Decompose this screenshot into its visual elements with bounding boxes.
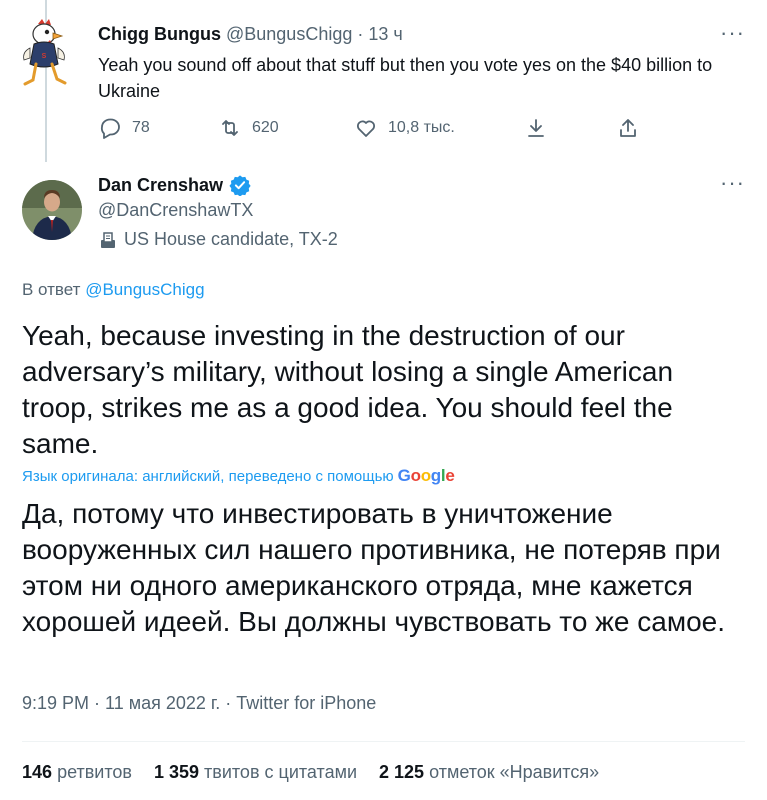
reply-button[interactable]: 78	[98, 116, 150, 140]
share-icon	[620, 119, 636, 137]
replying-to-link[interactable]: @BungusChigg	[85, 280, 204, 299]
retweets-stat[interactable]: 146 ретвитов	[22, 762, 132, 783]
engagement-stats: 146 ретвитов 1 359 твитов с цитатами 2 1…	[22, 762, 599, 783]
translation-note[interactable]: Язык оригинала: английский, переведено с…	[22, 466, 455, 486]
retweet-icon	[222, 120, 238, 136]
quote-tweets-stat[interactable]: 1 359 твитов с цитатами	[154, 762, 357, 783]
translation-note-text: Язык оригинала: английский, переведено с…	[22, 467, 394, 485]
reply-count: 78	[132, 119, 150, 136]
person-photo-icon	[22, 180, 82, 240]
reply-header: Chigg Bungus @BungusChigg · 13 ч	[98, 24, 403, 45]
reply-author-name[interactable]: Chigg Bungus	[98, 24, 221, 44]
translated-text: Да, потому что инвестировать в уничтожен…	[22, 498, 725, 637]
affiliation-label: US House candidate, TX-2	[98, 229, 338, 250]
quote-tweets-stat-count: 1 359	[153, 762, 200, 782]
like-count: 10,8 тыс.	[388, 119, 455, 136]
bookmark-share-button[interactable]	[524, 116, 548, 140]
tweet-more-icon[interactable]: ···	[720, 170, 745, 196]
author-name-row: Dan Crenshaw	[98, 174, 251, 196]
likes-stat-label: отметок «Нравится»	[429, 762, 600, 782]
reply-more-icon[interactable]: ···	[720, 20, 745, 46]
retweets-stat-label: ретвитов	[57, 762, 132, 782]
retweet-button[interactable]: 620	[218, 116, 279, 140]
retweet-count: 620	[252, 119, 279, 136]
divider	[22, 741, 745, 742]
tweet-text: Yeah, because investing in the destructi…	[22, 320, 674, 459]
tweet-timestamp[interactable]: 9:19 PM · 11 мая 2022 г. · Twitter for i…	[22, 693, 376, 714]
replying-prefix: В ответ	[22, 280, 81, 299]
google-logo: Google	[397, 466, 455, 485]
like-button[interactable]: 10,8 тыс.	[354, 116, 455, 140]
rooster-avatar-icon: S	[23, 19, 67, 86]
download-arrow-icon	[528, 119, 544, 137]
ballot-box-icon	[101, 231, 115, 248]
svg-text:S: S	[42, 53, 47, 60]
likes-stat-count: 2 125	[379, 762, 425, 782]
quote-tweets-stat-label: твитов с цитатами	[204, 762, 358, 782]
verified-badge-icon	[229, 175, 251, 196]
likes-stat[interactable]: 2 125 отметок «Нравится»	[379, 762, 599, 783]
reply-time[interactable]: 13 ч	[368, 24, 402, 44]
reply-action-bar: 78 620 10,8 тыс.	[98, 116, 658, 146]
author-handle[interactable]: @DanCrenshawTX	[98, 200, 253, 221]
author-name[interactable]: Dan Crenshaw	[98, 175, 223, 196]
speech-bubble-icon	[100, 118, 120, 139]
share-button[interactable]	[616, 116, 640, 140]
retweets-stat-count: 146	[22, 762, 53, 782]
heart-icon	[357, 120, 375, 137]
author-avatar[interactable]	[22, 180, 82, 240]
reply-separator: ·	[357, 24, 364, 44]
reply-text: Yeah you sound off about that stuff but …	[98, 55, 713, 101]
reply-avatar[interactable]: S	[20, 18, 72, 90]
reply-author-handle[interactable]: @BungusChigg	[226, 24, 352, 44]
replying-to: В ответ @BungusChigg	[22, 280, 205, 300]
affiliation-text: US House candidate, TX-2	[124, 229, 338, 249]
